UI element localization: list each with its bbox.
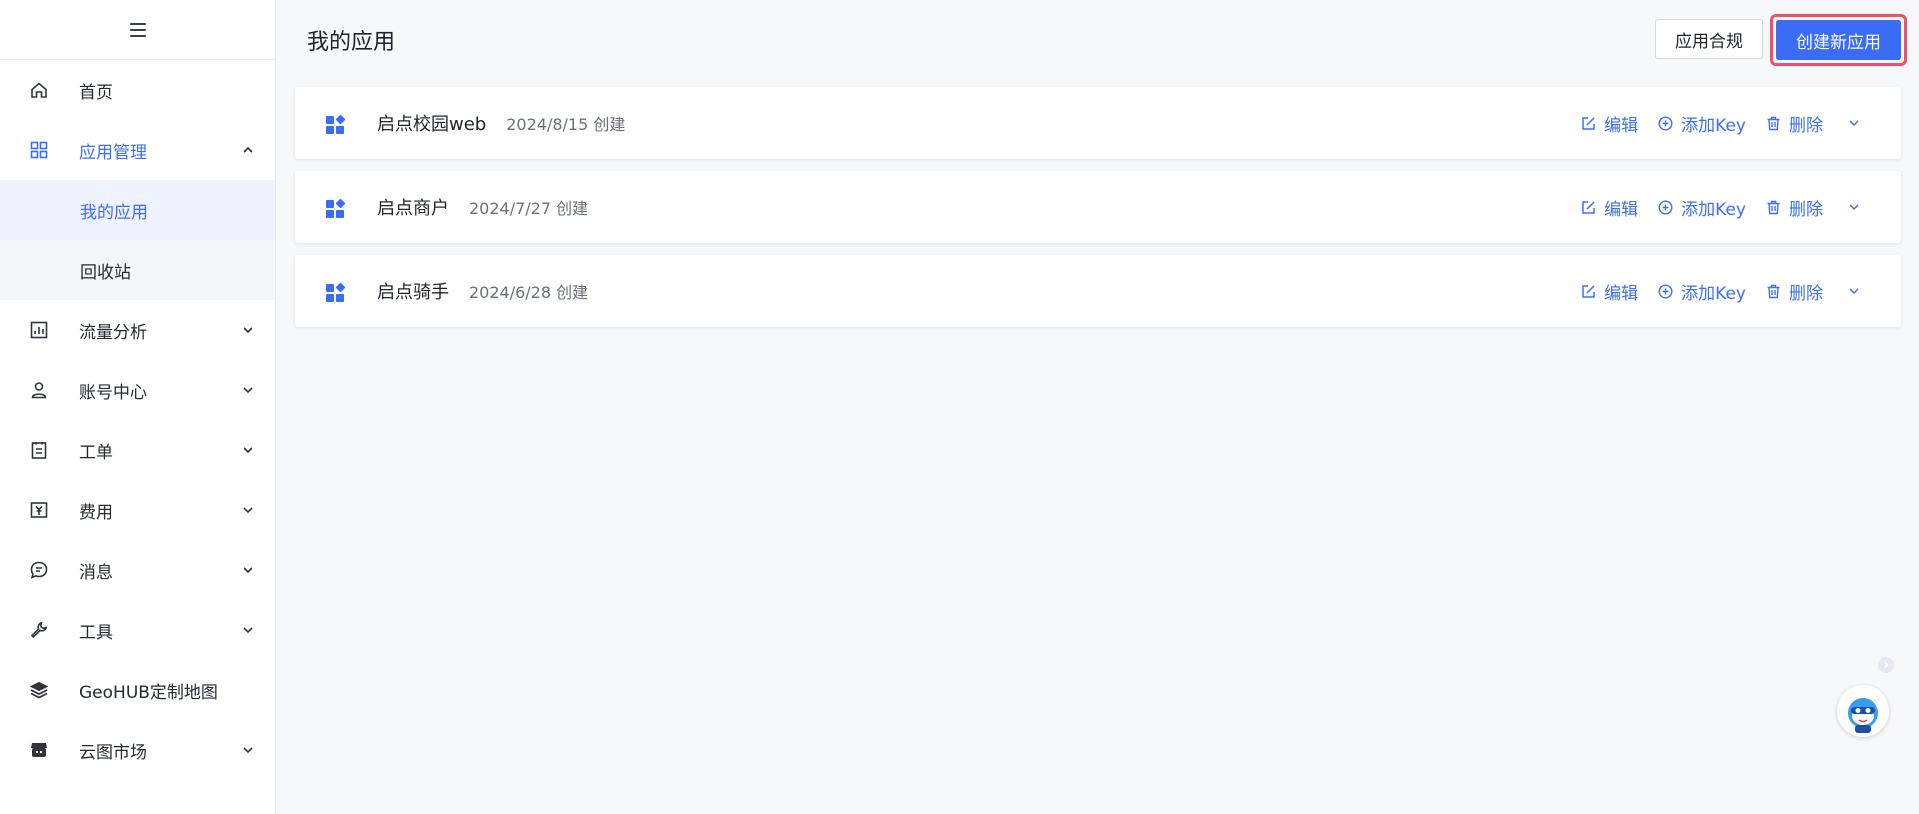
edit-icon <box>1582 284 1595 298</box>
sidebar-item-account-center[interactable]: 账号中心 <box>0 360 275 420</box>
add-key-button[interactable]: 添加Key <box>1658 279 1746 304</box>
edit-label: 编辑 <box>1604 115 1639 136</box>
app-title: 启点商户 2024/7/27 创建 <box>377 194 588 220</box>
app-card: 启点校园web 2024/8/15 创建 编辑 添加Key 删除 <box>295 87 1901 159</box>
chevron-up-icon <box>243 146 253 153</box>
sidebar-item-label: 消息 <box>79 562 113 583</box>
chevron-down-icon[interactable] <box>1847 286 1861 296</box>
menu-toggle-icon[interactable] <box>129 22 146 37</box>
sidebar-item-label: 云图市场 <box>79 742 147 763</box>
create-app-button[interactable]: 创建新应用 <box>1776 20 1901 60</box>
app-icon <box>326 283 346 302</box>
sidebar-item-messages[interactable]: 消息 <box>0 540 275 600</box>
sidebar-item-label: GeoHUB定制地图 <box>79 682 218 703</box>
delete-label: 删除 <box>1789 283 1823 304</box>
app-name: 启点校园web <box>377 114 487 135</box>
store-icon <box>31 743 47 757</box>
chevron-down-icon[interactable] <box>1847 118 1861 128</box>
delete-button[interactable]: 删除 <box>1766 279 1823 304</box>
edit-button[interactable]: 编辑 <box>1581 279 1638 304</box>
sidebar-item-label: 费用 <box>79 502 113 523</box>
app-name: 启点骑手 <box>377 282 449 303</box>
app-actions: 编辑 添加Key 删除 <box>1581 111 1861 136</box>
sidebar-item-fees[interactable]: 费用 <box>0 480 275 540</box>
user-icon <box>31 382 47 399</box>
chevron-down-icon <box>243 447 253 454</box>
sidebar-item-label: 工具 <box>79 622 113 643</box>
sidebar-item-home[interactable]: 首页 <box>0 60 275 120</box>
edit-button[interactable]: 编辑 <box>1581 111 1638 136</box>
clipboard-icon <box>31 442 47 459</box>
sidebar-item-label: 账号中心 <box>79 382 147 403</box>
app-icon <box>326 199 346 218</box>
app-icon <box>326 115 346 134</box>
chevron-down-icon <box>243 747 253 754</box>
sidebar-item-work-order[interactable]: 工单 <box>0 420 275 480</box>
add-key-label: 添加Key <box>1681 199 1746 220</box>
sidebar-item-label: 流量分析 <box>79 322 147 343</box>
message-icon <box>30 561 48 579</box>
sidebar-item-label: 应用管理 <box>79 142 147 163</box>
add-key-label: 添加Key <box>1681 115 1746 136</box>
app-actions: 编辑 添加Key 删除 <box>1581 195 1861 220</box>
create-button-highlight: 创建新应用 <box>1770 14 1907 66</box>
home-icon <box>31 82 47 98</box>
app-title: 启点骑手 2024/6/28 创建 <box>377 278 588 304</box>
add-key-label: 添加Key <box>1681 283 1746 304</box>
trash-icon <box>1767 284 1780 298</box>
wrench-icon <box>30 621 48 639</box>
sidebar-item-label: 工单 <box>79 442 113 463</box>
grid-icon <box>30 141 48 159</box>
chevron-down-icon <box>243 387 253 394</box>
sidebar-item-geohub[interactable]: GeoHUB定制地图 <box>0 660 275 720</box>
app-actions: 编辑 添加Key 删除 <box>1581 279 1861 304</box>
chevron-down-icon <box>243 327 253 334</box>
delete-button[interactable]: 删除 <box>1766 195 1823 220</box>
plus-circle-icon <box>1658 283 1673 299</box>
plus-circle-icon <box>1658 199 1673 215</box>
edit-icon <box>1582 116 1595 130</box>
edit-button[interactable]: 编辑 <box>1581 195 1638 220</box>
app-card: 启点骑手 2024/6/28 创建 编辑 添加Key 删除 <box>295 255 1901 327</box>
sidebar-item-tools[interactable]: 工具 <box>0 600 275 660</box>
app-name: 启点商户 <box>377 198 449 219</box>
chevron-down-icon[interactable] <box>1847 202 1861 212</box>
edit-icon <box>1582 200 1595 214</box>
sidebar-item-cloud-market[interactable]: 云图市场 <box>0 720 275 780</box>
plus-circle-icon <box>1658 115 1673 131</box>
sidebar-item-label: 首页 <box>79 82 113 103</box>
edit-label: 编辑 <box>1604 283 1639 304</box>
trash-icon <box>1767 200 1780 214</box>
chevron-down-icon <box>243 507 253 514</box>
layers-icon <box>29 681 49 699</box>
app-card: 启点商户 2024/7/27 创建 编辑 添加Key 删除 <box>295 171 1901 243</box>
chevron-down-icon <box>243 627 253 634</box>
app-created-date: 2024/8/15 创建 <box>506 115 626 134</box>
chart-icon <box>30 321 48 339</box>
delete-button[interactable]: 删除 <box>1766 111 1823 136</box>
add-key-button[interactable]: 添加Key <box>1658 111 1746 136</box>
sidebar-item-recycle-bin[interactable]: 回收站 <box>0 240 275 300</box>
chevron-down-icon <box>243 567 253 574</box>
sidebar-item-app-management[interactable]: 应用管理 <box>0 120 275 180</box>
currency-icon <box>30 502 48 518</box>
sidebar-item-traffic-analysis[interactable]: 流量分析 <box>0 300 275 360</box>
add-key-button[interactable]: 添加Key <box>1658 195 1746 220</box>
sidebar-header <box>0 0 275 60</box>
sidebar-item-my-apps[interactable]: 我的应用 <box>0 180 275 240</box>
app-title: 启点校园web 2024/8/15 创建 <box>377 110 625 136</box>
sidebar: 首页 应用管理 我的应用 回收站 流量分析 账号中心 工单 费用 消息 工具 G… <box>0 0 276 814</box>
delete-label: 删除 <box>1789 115 1823 136</box>
page-title: 我的应用 <box>307 30 396 55</box>
trash-icon <box>1767 116 1780 130</box>
collapse-arrow-icon[interactable] <box>1878 657 1894 673</box>
assistant-avatar-icon[interactable] <box>1837 685 1889 737</box>
app-created-date: 2024/6/28 创建 <box>469 283 589 302</box>
edit-label: 编辑 <box>1604 199 1639 220</box>
app-compliance-button[interactable]: 应用合规 <box>1655 19 1763 59</box>
delete-label: 删除 <box>1789 199 1823 220</box>
app-created-date: 2024/7/27 创建 <box>469 199 589 218</box>
